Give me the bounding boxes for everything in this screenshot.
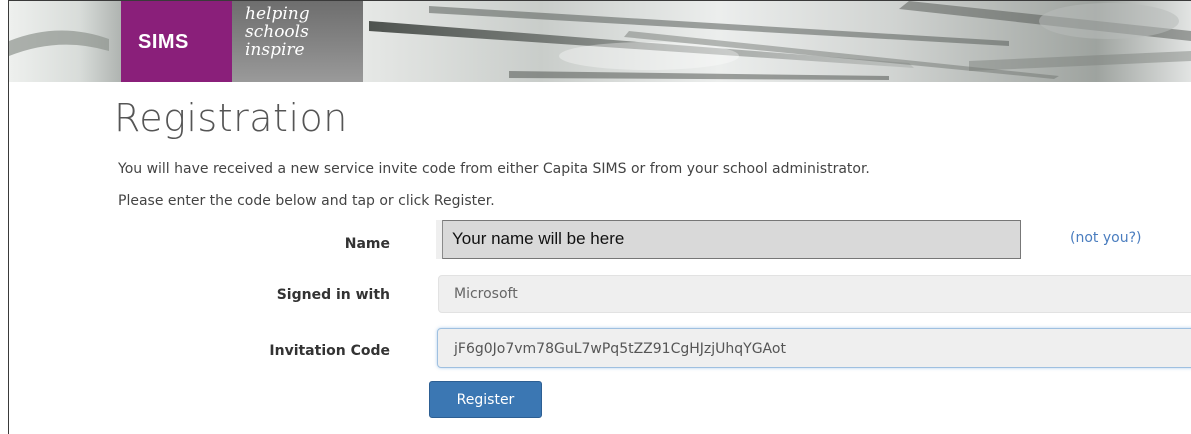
tagline-line-3: inspire <box>245 40 305 60</box>
logo-text: SIMS <box>138 31 189 53</box>
invitation-code-value[interactable]: jF6g0Jo7vm78GuL7wPq5tZZ91CgHJzjUhqYGAot <box>454 341 786 357</box>
not-you-link[interactable]: (not you?) <box>1070 230 1141 246</box>
name-label: Name <box>344 236 390 252</box>
header-banner: SIMS helping schools inspire <box>9 1 1191 82</box>
invitation-code-label: Invitation Code <box>269 343 390 359</box>
tagline-line-1: helping <box>245 4 310 24</box>
name-value: Your name will be here <box>452 229 625 248</box>
tagline-line-2: schools <box>245 22 309 42</box>
tagline: helping schools inspire <box>245 5 310 59</box>
tagline-block: helping schools inspire <box>232 1 363 82</box>
intro-text-2: Please enter the code below and tap or c… <box>118 193 495 209</box>
intro-text-1: You will have received a new service inv… <box>118 161 870 177</box>
sims-logo: SIMS <box>121 1 232 82</box>
register-button[interactable]: Register <box>429 381 542 418</box>
signed-in-value: Microsoft <box>454 286 518 302</box>
signed-in-label: Signed in with <box>276 287 390 303</box>
page-title: Registration <box>114 96 348 140</box>
name-field-edge <box>436 220 443 259</box>
signed-in-field <box>438 275 1191 313</box>
